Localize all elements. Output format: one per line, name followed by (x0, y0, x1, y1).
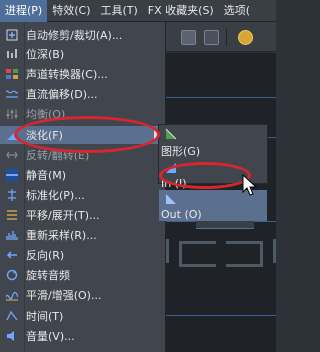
menu-item-normalize[interactable]: 标准化(P)... (0, 186, 166, 204)
menu-item-bit-depth[interactable]: 位深(B) (0, 45, 166, 63)
waveform-line (166, 315, 276, 316)
mute-icon (0, 166, 24, 184)
menu-item-time[interactable]: 时间(T) (0, 307, 166, 325)
watermark (166, 239, 276, 267)
smooth-enhance-icon (0, 286, 24, 304)
bit-depth-icon (0, 45, 24, 63)
menu-options[interactable]: 选项( (219, 0, 255, 22)
resample-icon (0, 226, 24, 244)
invert-icon (0, 146, 24, 164)
menu-effects[interactable]: 特效(C) (47, 0, 95, 22)
toolbar-button-1[interactable] (181, 30, 196, 45)
menu-item-label: 静音(M) (26, 169, 67, 182)
menu-item-auto-trim[interactable]: 自动修剪/裁切(A)... (0, 26, 166, 44)
menu-item-volume[interactable]: 音量(V)... (0, 327, 166, 345)
menu-item-label: 位深(B) (26, 48, 65, 61)
menu-item-label: 平滑/增强(O)... (26, 289, 102, 302)
menu-item-label: 时间(T) (26, 310, 64, 323)
toolbar (166, 22, 276, 52)
menu-bar: 进程(P) 特效(C) 工具(T) FX 收藏夹(S) 选项( (0, 0, 276, 22)
menu-item-rotate-audio[interactable]: 旋转音频 (0, 266, 166, 284)
channel-converter-icon (0, 65, 24, 83)
menu-item-label: 旋转音频 (26, 269, 70, 282)
menu-item-resample[interactable]: 重新采样(R)... (0, 226, 166, 244)
menu-item-label: 标准化(P)... (26, 189, 85, 202)
eq-icon (0, 105, 24, 123)
toolbar-divider (226, 28, 227, 46)
menu-item-label: 反向(R) (26, 249, 65, 262)
menu-item-label: 声道转换器(C)... (26, 68, 108, 81)
menu-fx-favorites[interactable]: FX 收藏夹(S) (143, 0, 219, 22)
menu-item-label: 自动修剪/裁切(A)... (26, 29, 123, 42)
menu-process[interactable]: 进程(P) (0, 0, 48, 22)
pan-expand-icon (0, 206, 24, 224)
menu-tools[interactable]: 工具(T) (95, 0, 142, 22)
time-icon (0, 307, 24, 325)
app-window: 进程(P) 特效(C) 工具(T) FX 收藏夹(S) 选项( 自动修剪/裁切(… (0, 0, 276, 352)
submenu-item-graphic[interactable]: 图形(G) (159, 125, 267, 159)
auto-trim-icon (0, 26, 24, 44)
menu-item-label: 平移/展开(T)... (26, 209, 100, 222)
annotation-circle-fade (14, 116, 160, 153)
help-icon[interactable] (238, 30, 253, 45)
waveform-line (166, 97, 276, 98)
menu-item-reverse[interactable]: 反向(R) (0, 246, 166, 264)
volume-icon (0, 327, 24, 345)
mouse-cursor-icon (242, 174, 258, 196)
fade-out-icon (159, 190, 183, 208)
toolbar-button-2[interactable] (204, 30, 219, 45)
rotate-audio-icon (0, 266, 24, 284)
menu-item-dc-offset[interactable]: 直流偏移(D)... (0, 85, 166, 103)
menu-item-channel-converter[interactable]: 声道转换器(C)... (0, 65, 166, 83)
submenu-item-label: Out (O) (161, 208, 202, 221)
menu-item-label: 直流偏移(D)... (26, 88, 98, 101)
graphic-fade-icon (159, 125, 183, 143)
menu-item-pan-expand[interactable]: 平移/展开(T)... (0, 206, 166, 224)
process-menu: 自动修剪/裁切(A)... 位深(B) 声道转换器(C)... 直流偏移(D).… (0, 22, 166, 352)
submenu-item-label: 图形(G) (161, 145, 201, 158)
annotation-circle-out (159, 162, 251, 189)
menu-item-mute[interactable]: 静音(M) (0, 166, 166, 184)
normalize-icon (0, 186, 24, 204)
menu-item-label: 重新采样(R)... (26, 229, 97, 242)
dc-offset-icon (0, 85, 24, 103)
menu-item-label: 音量(V)... (26, 330, 75, 343)
reverse-icon (0, 246, 24, 264)
menu-item-smooth-enhance[interactable]: 平滑/增强(O)... (0, 286, 166, 304)
